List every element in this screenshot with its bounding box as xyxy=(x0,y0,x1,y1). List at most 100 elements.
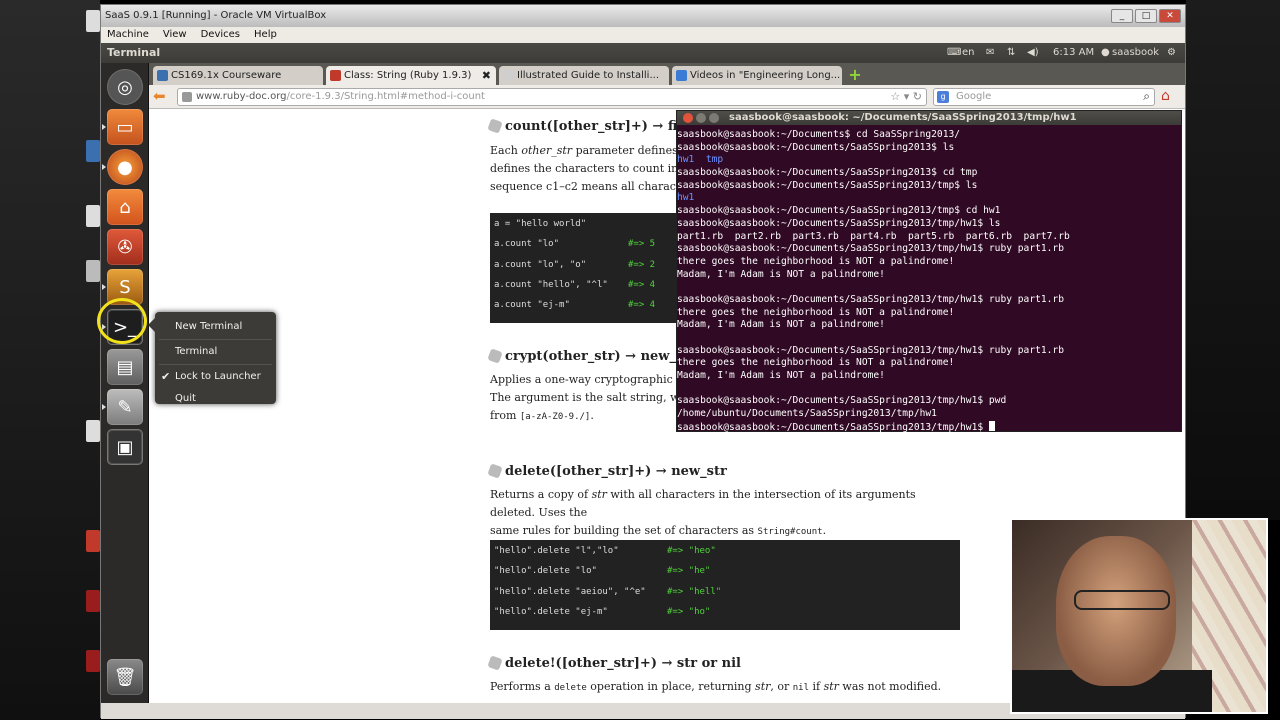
network-icon[interactable]: ⇅ xyxy=(1007,47,1015,58)
menu-help[interactable]: Help xyxy=(254,29,277,41)
tab-videos[interactable]: Videos in "Engineering Long... xyxy=(672,66,842,85)
menu-item-terminal[interactable]: Terminal xyxy=(155,341,276,363)
webcam-person-head xyxy=(1056,536,1176,686)
search-placeholder: Google xyxy=(956,91,992,102)
running-indicator xyxy=(102,124,106,130)
terminal-line: saasbook@saasbook:~/Documents/SaaSSpring… xyxy=(677,167,978,179)
code-line: a.count "hello", "^l" #=> 4 xyxy=(494,279,656,290)
maximize-button[interactable]: □ xyxy=(1135,9,1157,23)
bookmark-star-icon[interactable]: ☆ ▾ ↻ xyxy=(890,90,922,103)
method-gem-icon xyxy=(487,118,503,134)
menu-item-lock-to-launcher[interactable]: ✔ Lock to Launcher xyxy=(155,366,276,388)
method-count-heading[interactable]: count([other_str]+) → fixn xyxy=(487,118,695,134)
search-input[interactable]: g Google ⌕ xyxy=(933,88,1155,106)
tab-bar: CS169.1x Courseware Class: String (Ruby … xyxy=(149,63,1185,85)
tab-label: Illustrated Guide to Installi... xyxy=(517,70,659,81)
method-delete-bang-heading[interactable]: delete!([other_str]+) → str or nil xyxy=(487,655,741,671)
workspace-switcher-icon[interactable]: ▣ xyxy=(107,429,143,465)
back-arrow-icon[interactable]: ⬅ xyxy=(153,88,169,104)
tab-ruby-string[interactable]: Class: String (Ruby 1.9.3) ✖ xyxy=(326,66,496,85)
tab-favicon xyxy=(676,70,687,81)
keyboard-icon[interactable]: ⌨ xyxy=(947,47,961,58)
method-gem-icon xyxy=(487,655,503,671)
host-desktop-icon xyxy=(86,10,100,32)
top-panel: Terminal ⌨ en ✉ ⇅ ◀) 6:13 AM ● saasbook … xyxy=(101,43,1185,63)
host-desktop-icon xyxy=(86,530,100,552)
host-desktop-right xyxy=(1186,0,1280,520)
virtualbox-menubar: Machine View Devices Help xyxy=(101,27,1185,43)
firefox-icon[interactable]: ● xyxy=(107,149,143,185)
system-settings-icon[interactable]: ✇ xyxy=(107,229,143,265)
tab-label: Class: String (Ruby 1.9.3) xyxy=(344,70,472,81)
code-line: a.count "lo", "o" #=> 2 xyxy=(494,259,656,270)
search-icon[interactable]: ⌕ xyxy=(1143,89,1150,104)
code-line: "hello".delete "ej-m" #=> "ho" xyxy=(494,606,711,617)
close-tab-icon[interactable]: ✖ xyxy=(482,69,491,82)
host-desktop-icon xyxy=(86,590,100,612)
url-bar[interactable]: www.ruby-doc.org/core-1.9.3/String.html#… xyxy=(177,88,927,106)
printer-icon[interactable]: ▤ xyxy=(107,349,143,385)
terminal-window[interactable]: saasbook@saasbook: ~/Documents/SaaSSprin… xyxy=(676,110,1182,434)
user-name[interactable]: saasbook xyxy=(1112,47,1159,58)
site-identity-icon[interactable] xyxy=(182,92,192,102)
keyboard-lang[interactable]: en xyxy=(962,47,975,58)
mail-icon[interactable]: ✉ xyxy=(986,47,994,58)
code-line: "hello".delete "lo" #=> "he" xyxy=(494,566,711,577)
volume-icon[interactable]: ◀) xyxy=(1027,47,1039,58)
terminal-line: saasbook@saasbook:~/Documents/SaaSSpring… xyxy=(677,179,978,191)
nav-bar: ⬅ www.ruby-doc.org/core-1.9.3/String.htm… xyxy=(149,85,1185,109)
terminal-maximize-button[interactable] xyxy=(709,113,719,123)
terminal-line: saasbook@saasbook:~/Documents/SaaSSpring… xyxy=(677,217,1001,229)
terminal-line: hw1 tmp xyxy=(677,154,724,166)
dash-home-icon[interactable]: ◎ xyxy=(107,69,143,105)
webcam-person-glasses xyxy=(1074,590,1170,610)
running-indicator xyxy=(102,164,106,170)
code-line: "hello".delete "aeiou", "^e" #=> "hell" xyxy=(494,586,722,597)
new-tab-button[interactable]: + xyxy=(845,67,865,83)
method-delete-heading[interactable]: delete([other_str]+) → new_str xyxy=(487,463,727,479)
text-editor-icon[interactable]: ✎ xyxy=(107,389,143,425)
menu-item-new-terminal[interactable]: New Terminal xyxy=(155,316,276,338)
terminal-output[interactable]: saasbook@saasbook:~/Documents$ cd SaaSSp… xyxy=(677,125,1181,434)
menu-view[interactable]: View xyxy=(163,29,187,41)
terminal-line: there goes the neighborhood is NOT a pal… xyxy=(677,306,955,318)
tab-courseware[interactable]: CS169.1x Courseware xyxy=(153,66,323,85)
menu-devices[interactable]: Devices xyxy=(201,29,240,41)
terminal-line: saasbook@saasbook:~/Documents/SaaSSpring… xyxy=(677,395,1007,407)
gear-icon[interactable]: ⚙ xyxy=(1167,47,1176,58)
terminal-titlebar: saasbook@saasbook: ~/Documents/SaaSSprin… xyxy=(677,111,1181,125)
minimize-button[interactable]: _ xyxy=(1111,9,1133,23)
terminal-line: Madam, I'm Adam is NOT a palindrome! xyxy=(677,319,885,331)
virtualbox-title: SaaS 0.9.1 [Running] - Oracle VM Virtual… xyxy=(105,10,327,21)
trash-icon[interactable]: 🗑 xyxy=(107,659,143,695)
terminal-title: saasbook@saasbook: ~/Documents/SaaSSprin… xyxy=(729,112,1077,123)
files-icon[interactable]: ▭ xyxy=(107,109,143,145)
menu-machine[interactable]: Machine xyxy=(107,29,149,41)
google-engine-icon[interactable]: g xyxy=(937,91,949,103)
terminal-line: saasbook@saasbook:~/Documents/SaaSSpring… xyxy=(677,243,1064,255)
terminal-line: Madam, I'm Adam is NOT a palindrome! xyxy=(677,370,885,382)
code-line: a = "hello world" xyxy=(494,219,587,229)
delete-code-example: "hello".delete "l","lo" #=> "heo" "hello"… xyxy=(490,540,960,630)
text-line: Returns a copy of str with all character… xyxy=(490,488,916,519)
software-center-icon[interactable]: ⌂ xyxy=(107,189,143,225)
highlight-circle xyxy=(97,298,147,344)
terminal-line: part1.rb part2.rb part3.rb part4.rb part… xyxy=(677,230,1070,242)
menu-separator xyxy=(159,339,272,340)
launcher-context-menu: New Terminal Terminal ✔ Lock to Launcher … xyxy=(148,312,276,404)
menu-item-quit[interactable]: Quit xyxy=(155,388,276,410)
clock[interactable]: 6:13 AM xyxy=(1053,47,1094,58)
terminal-minimize-button[interactable] xyxy=(696,113,706,123)
method-crypt-heading[interactable]: crypt(other_str) → new_s xyxy=(487,348,683,364)
host-desktop-icon xyxy=(86,260,100,282)
tab-illustrated-guide[interactable]: Illustrated Guide to Installi... xyxy=(499,66,669,85)
tab-favicon xyxy=(503,70,514,81)
terminal-close-button[interactable] xyxy=(683,113,693,123)
terminal-line: saasbook@saasbook:~/Documents/SaaSSpring… xyxy=(677,205,1001,217)
close-button[interactable]: ✕ xyxy=(1159,9,1181,23)
terminal-line: there goes the neighborhood is NOT a pal… xyxy=(677,255,955,267)
home-icon[interactable]: ⌂ xyxy=(1161,88,1170,104)
method-signature: count([other_str]+) → fixn xyxy=(505,119,695,134)
code-line: a.count "lo" #=> 5 xyxy=(494,239,656,250)
